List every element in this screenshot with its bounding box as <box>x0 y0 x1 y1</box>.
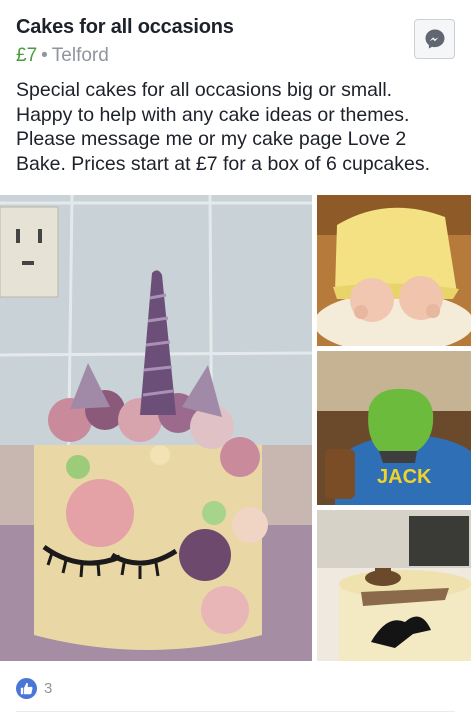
divider <box>16 711 455 712</box>
cake-name-text: JACK <box>377 466 432 488</box>
messenger-icon <box>425 29 444 49</box>
photo-gallery: JACK <box>0 195 471 661</box>
listing-title: Cakes for all occasions <box>16 16 234 38</box>
listing-header: Cakes for all occasions £7 • Telford <box>16 14 411 68</box>
message-seller-button[interactable] <box>414 19 455 59</box>
separator-dot: • <box>41 45 48 66</box>
reaction-bar: 3 <box>16 678 52 699</box>
listing-location: Telford <box>51 45 109 66</box>
listing-subline: £7 • Telford <box>16 44 411 68</box>
like-count[interactable]: 3 <box>44 680 52 697</box>
baby-cake-photo[interactable] <box>317 195 471 346</box>
listing-description: Special cakes for all occasions big or s… <box>16 79 431 175</box>
listing-price: £7 <box>16 45 38 66</box>
thumbs-up-icon[interactable] <box>16 678 37 699</box>
cowboy-cake-photo[interactable] <box>317 510 471 661</box>
unicorn-cake-photo[interactable] <box>0 195 312 661</box>
hulk-fist-cake-photo[interactable]: JACK <box>317 351 471 505</box>
